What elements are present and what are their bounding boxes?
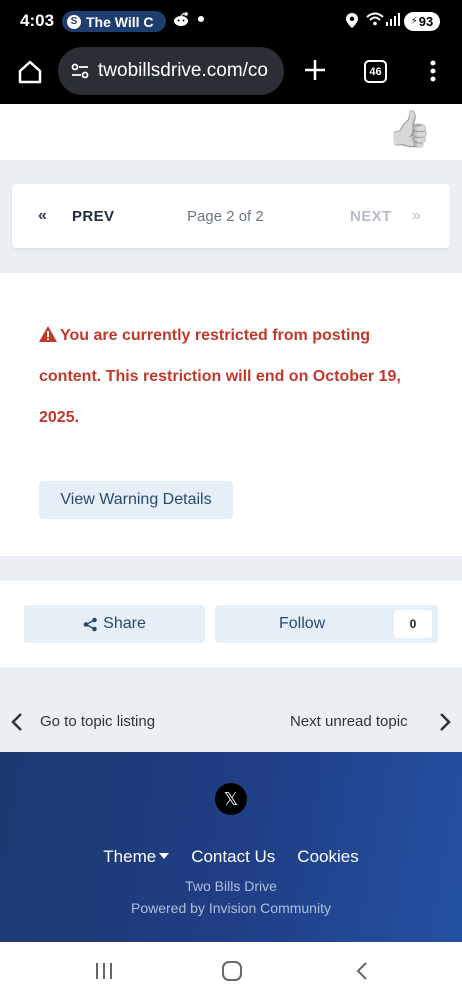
cookies-link[interactable]: Cookies	[297, 847, 358, 867]
restriction-message: You are currently restricted from postin…	[39, 327, 401, 426]
chevron-right-icon[interactable]	[438, 712, 452, 732]
topic-navigation: Go to topic listing Next unread topic	[0, 692, 462, 750]
status-time: 4:03	[20, 11, 55, 30]
follow-label: Follow	[279, 615, 326, 632]
double-chevron-right-icon: »	[412, 207, 421, 224]
home-button-icon[interactable]	[222, 961, 242, 981]
site-settings-icon[interactable]	[68, 59, 92, 83]
app-logo-icon: S	[67, 14, 81, 29]
prev-page-link[interactable]: PREV	[72, 208, 114, 225]
view-warning-details-button[interactable]: View Warning Details	[39, 481, 233, 519]
url-text: twobillsdrive.com/co	[98, 60, 268, 81]
site-footer: 𝕏 Theme Contact Us Cookies Two Bills Dri…	[0, 752, 462, 942]
x-icon[interactable]: 𝕏	[215, 783, 247, 815]
page-info[interactable]: Page 2 of 2	[187, 208, 264, 225]
warning-icon	[39, 317, 57, 342]
restriction-notice: You are currently restricted from postin…	[0, 273, 462, 556]
reddit-icon	[172, 11, 190, 32]
system-navigation-bar	[0, 942, 462, 1000]
post-reaction-card: 👍	[0, 104, 462, 160]
thumbs-up-icon[interactable]: 👍	[387, 108, 432, 150]
tab-switcher-button[interactable]: 46	[364, 60, 387, 83]
recent-apps-icon[interactable]	[94, 962, 114, 980]
more-options-icon[interactable]	[425, 58, 441, 84]
follow-button[interactable]: Follow 0	[215, 605, 438, 643]
footer-links: Theme Contact Us Cookies	[0, 847, 462, 867]
follower-count-badge: 0	[394, 610, 432, 638]
restriction-message-block: You are currently restricted from postin…	[39, 315, 419, 438]
notification-pill[interactable]: S The Will C	[62, 11, 166, 32]
charging-icon: ⚡	[410, 16, 418, 27]
go-to-topic-listing-link[interactable]: Go to topic listing	[40, 713, 155, 730]
battery-level: 93	[418, 14, 434, 29]
contact-us-link[interactable]: Contact Us	[191, 847, 275, 867]
wifi-icon	[366, 12, 384, 29]
browser-toolbar: twobillsdrive.com/co 46	[0, 42, 462, 104]
share-icon	[83, 617, 98, 632]
share-label: Share	[103, 615, 146, 632]
battery-indicator: ⚡ 93	[404, 12, 440, 31]
topic-actions: Share Follow 0	[0, 581, 462, 667]
back-icon[interactable]	[355, 961, 369, 981]
address-bar[interactable]: twobillsdrive.com/co	[58, 47, 284, 95]
double-chevron-left-icon[interactable]: «	[38, 207, 47, 225]
new-tab-icon[interactable]	[302, 57, 328, 83]
next-unread-topic-link[interactable]: Next unread topic	[290, 713, 408, 730]
site-name: Two Bills Drive	[185, 878, 277, 894]
powered-by-link[interactable]: Powered by Invision Community	[0, 900, 462, 916]
location-icon	[346, 13, 358, 33]
signal-icon	[386, 12, 400, 31]
chevron-left-icon[interactable]	[10, 712, 24, 732]
notification-dot	[198, 16, 204, 22]
caret-down-icon	[159, 853, 170, 859]
next-page-link: NEXT	[350, 208, 392, 225]
home-icon[interactable]	[16, 58, 44, 86]
theme-menu[interactable]: Theme	[103, 847, 170, 867]
pagination: « PREV Page 2 of 2 NEXT »	[12, 184, 450, 248]
theme-label: Theme	[103, 847, 157, 866]
status-bar: 4:03 S The Will C ⚡ 93	[0, 0, 462, 42]
notification-pill-label: The Will C	[86, 13, 154, 30]
share-button[interactable]: Share	[24, 605, 205, 643]
